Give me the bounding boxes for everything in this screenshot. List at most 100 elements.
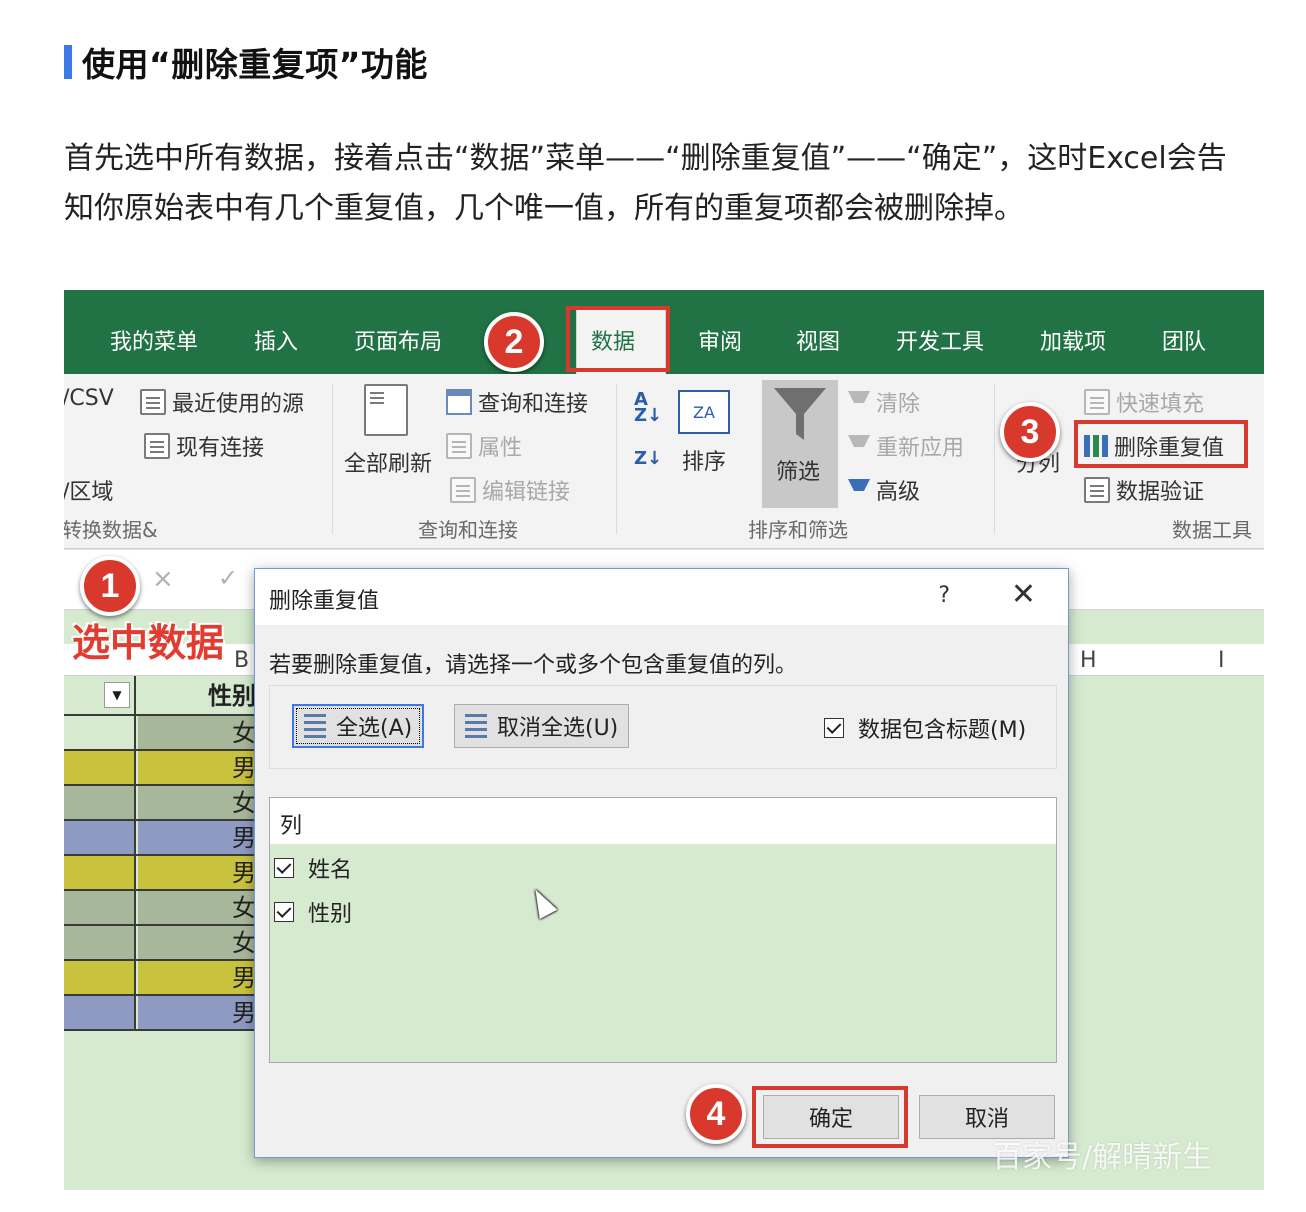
column-checkbox-name[interactable]: 姓名 [274,852,352,884]
ribbon-separator [994,384,995,534]
cell-a[interactable] [64,891,136,924]
existing-connections-label: 现有连接 [176,436,265,461]
filter-button[interactable] [762,380,838,508]
cell-a[interactable] [64,856,136,889]
select-all-label: 全选(A) [336,716,413,741]
cell-gender[interactable]: 男 [138,996,264,1029]
select-all-icon [304,714,326,738]
cell-a[interactable] [64,751,136,784]
flash-fill-button[interactable]: 快速填充 [1084,386,1204,418]
cell-gender[interactable]: 男 [138,961,264,994]
cell-gender[interactable]: 女 [138,786,264,819]
formula-confirm-icon[interactable]: ✓ [218,564,238,592]
table-row[interactable]: 男 [64,751,264,786]
data-menu-highlight [566,306,670,372]
menu-review[interactable]: 审阅 [698,324,742,356]
flash-fill-label: 快速填充 [1116,392,1205,417]
column-checkbox-gender[interactable]: 性别 [274,896,352,928]
select-all-button[interactable]: 全选(A) [292,704,425,748]
sort-button[interactable]: 排序 [682,444,726,476]
advanced-filter-button[interactable]: 高级 [848,474,920,506]
column-header-h[interactable]: H [1080,648,1097,700]
recent-sources-icon [140,389,166,415]
remove-duplicates-highlight [1074,420,1248,468]
cell-gender[interactable]: 男 [138,856,264,889]
sort-dialog-icon: ZA [678,390,730,434]
cell-gender[interactable]: 女 [138,926,264,959]
reapply-button[interactable]: 重新应用 [848,430,964,462]
table-row[interactable]: 男 [64,821,264,856]
funnel-icon [774,388,826,440]
cell-a[interactable] [64,996,136,1029]
sort-az-icon[interactable]: A Z↓ [634,391,662,425]
column-header-i[interactable]: I [1218,648,1225,700]
formula-cancel-icon[interactable]: × [152,564,174,594]
filter-label: 筛选 [776,460,821,485]
ribbon-csv[interactable]: /CSV [64,386,114,411]
remove-duplicates-dialog: 删除重复值 ? ✕ 若要删除重复值，请选择一个或多个包含重复值的列。 全选(A)… [254,568,1069,1158]
data-validation-button[interactable]: 数据验证 [1084,474,1204,506]
unselect-all-button[interactable]: 取消全选(U) [454,704,630,748]
clear-filter-icon [848,391,870,413]
mouse-cursor-icon [526,884,558,920]
table-row[interactable]: 男 [64,856,264,891]
close-icon[interactable]: ✕ [1011,577,1036,612]
menu-page-layout[interactable]: 页面布局 [354,324,442,356]
cell-a[interactable] [64,961,136,994]
edit-links-label: 编辑链接 [482,480,571,505]
table-row[interactable]: 女 [64,891,264,926]
menu-team[interactable]: 团队 [1162,324,1206,356]
reapply-icon [848,435,870,457]
refresh-all-button[interactable]: 全部刷新 [344,446,432,478]
advanced-filter-icon [848,479,870,501]
table-row[interactable]: 男 [64,961,264,996]
ribbon-edit-links[interactable]: 编辑链接 [450,474,570,506]
cell-gender[interactable]: 女 [138,891,264,924]
menu-view[interactable]: 视图 [796,324,840,356]
refresh-all-icon[interactable] [364,380,424,440]
unselect-all-icon [465,714,487,738]
existing-connections-icon [144,433,170,459]
cell-gender[interactable]: 女 [138,716,264,749]
sort-za-icon[interactable]: Z↓ [634,448,662,469]
cell-a[interactable] [64,786,136,819]
cell-a[interactable] [64,821,136,854]
menu-insert[interactable]: 插入 [254,324,298,356]
table-row[interactable]: 男 [64,996,264,1031]
column-label-gender: 性别 [308,902,353,927]
paragraph-line-1: 首先选中所有数据，接着点击“数据”菜单——“删除重复值”——“确定”，这时Exc… [64,141,1227,176]
step-badge-4: 4 [686,1084,746,1144]
unselect-all-label: 取消全选(U) [497,716,619,741]
ribbon-queries-connections[interactable]: 查询和连接 [446,386,588,418]
checkbox-check-icon [274,902,294,922]
columns-list: 列 姓名 性别 [269,797,1057,1063]
dialog-instruction: 若要删除重复值，请选择一个或多个包含重复值的列。 [269,653,798,678]
cell-gender[interactable]: 男 [138,751,264,784]
table-row[interactable]: 女 [64,926,264,961]
table-row[interactable]: 女 [64,786,264,821]
cell-gender[interactable]: 男 [138,821,264,854]
cell-a[interactable] [64,716,136,749]
ribbon-range[interactable]: /区域 [64,474,113,506]
menu-my-menu[interactable]: 我的菜单 [110,324,198,356]
data-validation-icon [1084,477,1110,503]
ribbon-recent-sources[interactable]: 最近使用的源 [140,386,304,418]
ribbon-properties[interactable]: 属性 [446,430,522,462]
paragraph-line-2: 知你原始表中有几个重复值，几个唯一值，所有的重复项都会被删除掉。 [64,191,1024,226]
clear-filter-button[interactable]: 清除 [848,386,920,418]
advanced-filter-label: 高级 [876,480,921,505]
group-queries-label: 查询和连接 [418,518,518,542]
menu-developer[interactable]: 开发工具 [896,324,984,356]
header-cell-a: ▼ [64,676,136,714]
ribbon-separator [616,384,617,534]
cell-a[interactable] [64,926,136,959]
help-icon[interactable]: ? [938,583,950,608]
filter-dropdown-icon[interactable]: ▼ [104,682,130,708]
flash-fill-icon [1084,389,1110,415]
queries-connections-label: 查询和连接 [478,392,589,417]
has-headers-checkbox[interactable]: 数据包含标题(M) [824,712,1026,744]
dialog-options-panel: 全选(A) 取消全选(U) 数据包含标题(M) [269,685,1057,769]
menu-addins[interactable]: 加载项 [1040,324,1106,356]
table-row[interactable]: 女 [64,716,264,751]
ribbon-existing-connections[interactable]: 现有连接 [144,430,264,462]
